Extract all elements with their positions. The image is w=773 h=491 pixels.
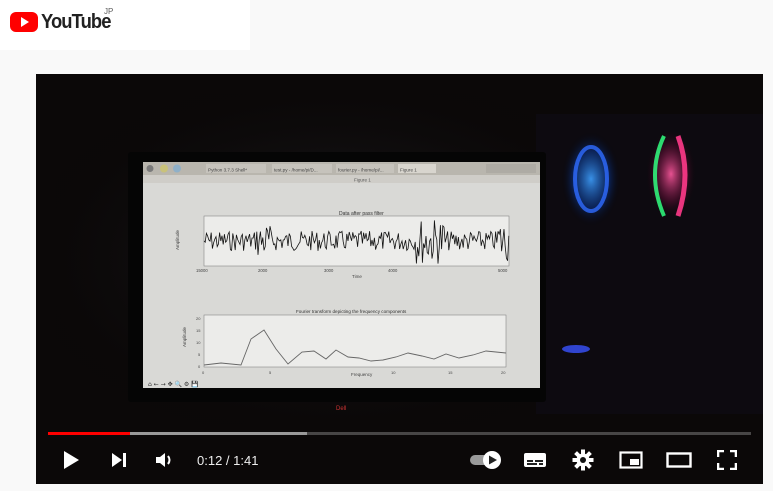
plot2-ytick: 20 bbox=[196, 316, 201, 321]
miniplayer-icon bbox=[619, 451, 643, 469]
fullscreen-icon bbox=[717, 450, 737, 470]
volume-icon bbox=[156, 453, 171, 467]
taskbar-tab-3: fourier.py - /home/pi/... bbox=[338, 168, 384, 173]
autoplay-toggle[interactable] bbox=[466, 446, 506, 474]
next-icon bbox=[112, 453, 126, 467]
video-player[interactable]: Python 3.7.3 Shell* test.py - /home/pi/D… bbox=[36, 74, 763, 484]
fullscreen-button[interactable] bbox=[712, 446, 742, 474]
monitor-brand-logo: Dell bbox=[336, 406, 346, 412]
plot2-ylabel: Amplitude bbox=[182, 326, 187, 347]
settings-button[interactable] bbox=[568, 446, 598, 474]
plot1-xtick: 4000 bbox=[388, 268, 398, 273]
time-separator: / bbox=[222, 453, 234, 468]
miniplayer-button[interactable] bbox=[616, 446, 646, 474]
theater-mode-button[interactable] bbox=[664, 446, 694, 474]
figure-window-title: Figure 1 bbox=[354, 178, 371, 183]
play-icon bbox=[64, 451, 79, 469]
current-time: 0:12 bbox=[197, 453, 223, 468]
youtube-logo[interactable]: YouTube bbox=[10, 10, 117, 34]
plot1-xtick: 15000 bbox=[196, 268, 208, 273]
plot1-xlabel: Time bbox=[352, 274, 362, 279]
time-display: 0:12 / 1:41 bbox=[197, 453, 258, 468]
volume-button[interactable] bbox=[150, 446, 180, 474]
video-frame: Python 3.7.3 Shell* test.py - /home/pi/D… bbox=[36, 74, 763, 484]
next-button[interactable] bbox=[104, 446, 134, 474]
taskbar-tab-2: test.py - /home/pi/D... bbox=[274, 168, 318, 173]
taskbar-tab-4: Figure 1 bbox=[400, 168, 417, 173]
subtitles-button[interactable] bbox=[520, 446, 550, 474]
progress-played bbox=[48, 432, 130, 435]
figure-toolbar-glyphs: ⌂ ← → ✥ 🔍 ⚙ 💾 bbox=[148, 380, 199, 388]
taskbar-tab-1: Python 3.7.3 Shell* bbox=[208, 168, 247, 173]
duration: 1:41 bbox=[233, 453, 259, 468]
plot1-ylabel: Amplitude bbox=[175, 229, 180, 250]
youtube-wordmark: YouTube bbox=[41, 10, 111, 33]
gear-icon bbox=[572, 449, 594, 471]
play-button[interactable] bbox=[56, 446, 86, 474]
plot2-xtick: 15 bbox=[448, 370, 453, 375]
player-controls: 0:12 / 1:41 bbox=[36, 440, 763, 480]
youtube-play-logo-icon bbox=[10, 12, 38, 32]
region-code: JP bbox=[104, 7, 114, 16]
plot1-xtick: 3000 bbox=[324, 268, 334, 273]
progress-bar[interactable] bbox=[48, 432, 751, 435]
plot1-xtick: 2000 bbox=[258, 268, 268, 273]
theater-icon bbox=[666, 452, 692, 468]
plot1-xtick: 5000 bbox=[498, 268, 508, 273]
plot2-ytick: 10 bbox=[196, 340, 201, 345]
subtitles-icon bbox=[524, 453, 546, 467]
plot2-title: Fourier transform depicting the frequenc… bbox=[296, 309, 407, 314]
plot2-xlabel: Frequency bbox=[351, 372, 373, 377]
pc-fan-pink-glow bbox=[645, 128, 697, 220]
plot2-ytick: 15 bbox=[196, 328, 201, 333]
plot2-xtick: 10 bbox=[391, 370, 396, 375]
plot2-xtick: 20 bbox=[501, 370, 506, 375]
autoplay-toggle-icon bbox=[470, 451, 501, 469]
masthead: YouTube JP bbox=[0, 0, 773, 52]
